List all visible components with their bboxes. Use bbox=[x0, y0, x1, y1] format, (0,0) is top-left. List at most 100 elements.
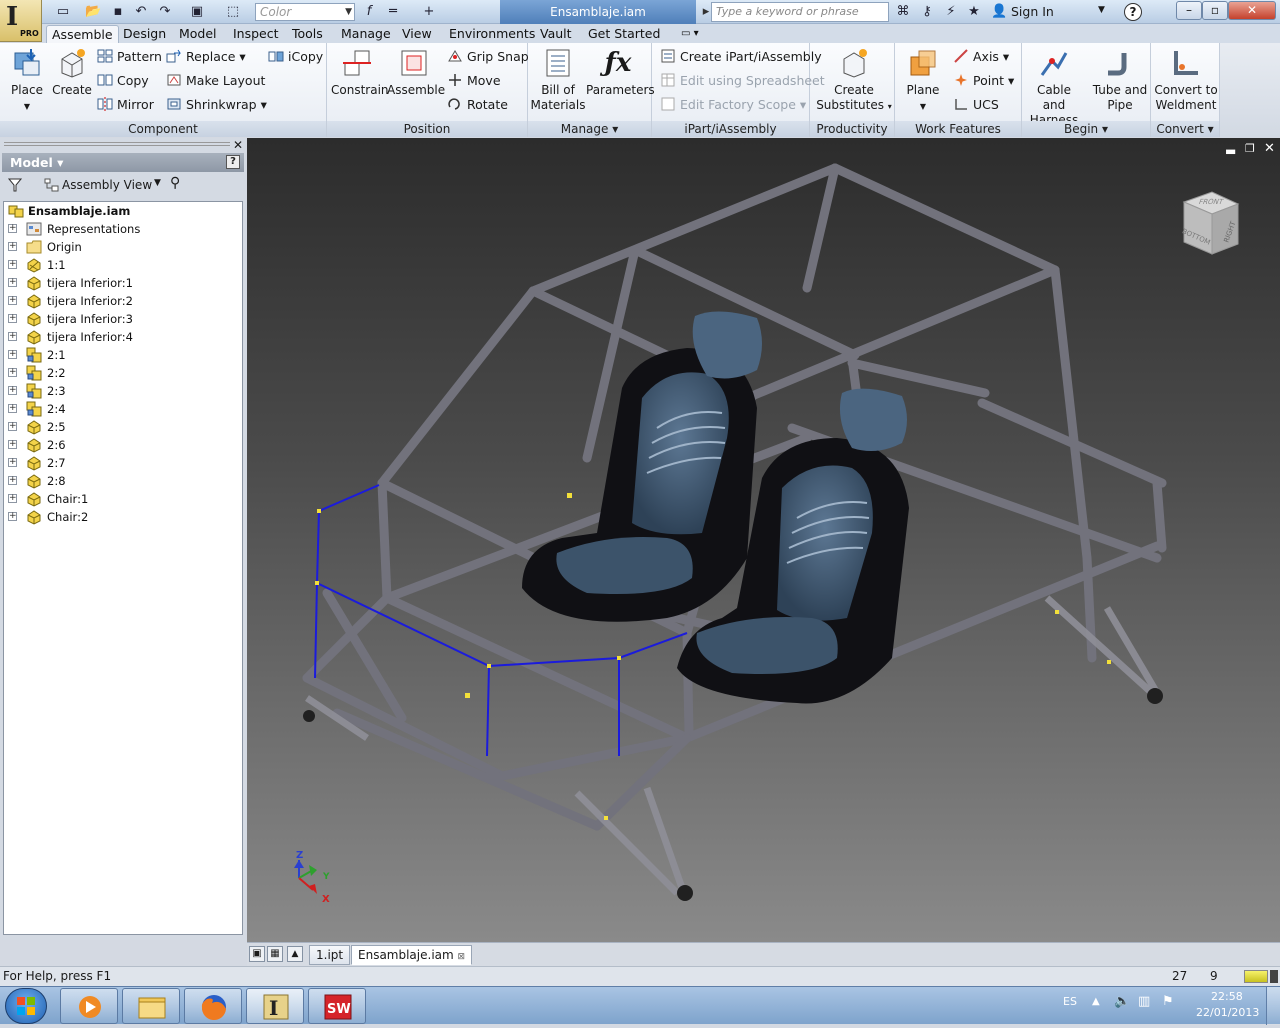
assembly-view-dropdown[interactable]: Assembly View bbox=[62, 178, 152, 192]
tab-vault[interactable]: Vault bbox=[535, 25, 577, 43]
expand-icon[interactable]: + bbox=[8, 386, 17, 395]
browser-help-icon[interactable]: ? bbox=[226, 155, 240, 169]
taskbar-inventor[interactable]: I bbox=[246, 988, 304, 1024]
edit-spreadsheet-button[interactable]: Edit using Spreadsheet bbox=[660, 72, 825, 90]
expand-icon[interactable]: + bbox=[8, 224, 17, 233]
maximize-button[interactable]: ▫ bbox=[1202, 1, 1228, 20]
graphics-viewport[interactable]: ▬ ❐ ✕ Z X Y FRONT BOTTOM RIGHT bbox=[247, 138, 1280, 942]
sign-in-link[interactable]: Sign In bbox=[1011, 4, 1054, 19]
undo-icon[interactable]: ↶ bbox=[132, 3, 150, 21]
doc-tab-1ipt[interactable]: 1.ipt bbox=[309, 945, 351, 965]
panel-title-manage[interactable]: Manage ▾ bbox=[528, 121, 651, 137]
expand-icon[interactable]: + bbox=[8, 494, 17, 503]
ucs-button[interactable]: UCS bbox=[953, 96, 999, 114]
rotate-button[interactable]: Rotate bbox=[447, 96, 508, 114]
save-icon[interactable]: ▪ bbox=[109, 3, 127, 21]
expand-icon[interactable]: + bbox=[8, 458, 17, 467]
filter-icon[interactable] bbox=[8, 178, 22, 192]
language-indicator[interactable]: ES bbox=[1063, 995, 1077, 1008]
tray-expand-icon[interactable]: ▲ bbox=[1092, 996, 1100, 1007]
shrinkwrap-button[interactable]: Shrinkwrap ▾ bbox=[166, 96, 267, 114]
panel-title-convert[interactable]: Convert ▾ bbox=[1151, 121, 1219, 137]
expand-icon[interactable]: + bbox=[8, 440, 17, 449]
tab-view[interactable]: View bbox=[397, 25, 437, 43]
measure-icon[interactable]: ═ bbox=[384, 3, 402, 21]
key-icon[interactable]: ⚷ bbox=[918, 3, 936, 21]
taskbar-explorer[interactable] bbox=[122, 988, 180, 1024]
browser-header[interactable]: Model ▾ ? bbox=[2, 153, 244, 172]
make-layout-button[interactable]: Make Layout bbox=[166, 72, 265, 90]
panel-title-begin[interactable]: Begin ▾ bbox=[1022, 121, 1150, 137]
expand-icon[interactable]: + bbox=[8, 260, 17, 269]
place-button[interactable]: Place ▼ bbox=[6, 47, 48, 114]
pattern-button[interactable]: Pattern bbox=[97, 48, 162, 66]
sign-in-dropdown-icon[interactable]: ▼ bbox=[1098, 5, 1105, 15]
edit-factory-scope-button[interactable]: Edit Factory Scope ▾ bbox=[660, 96, 806, 114]
bill-of-materials-button[interactable]: Bill of Materials bbox=[530, 47, 586, 113]
expand-icon[interactable]: + bbox=[8, 296, 17, 305]
crosshair-icon[interactable]: + bbox=[420, 3, 438, 21]
network-icon[interactable]: ▥ bbox=[1138, 994, 1150, 1009]
create-ipart-button[interactable]: Create iPart/iAssembly bbox=[660, 48, 822, 66]
minimize-button[interactable]: – bbox=[1176, 1, 1202, 20]
tab-get-started[interactable]: Get Started bbox=[583, 25, 665, 43]
parameters-button[interactable]: ƒx Parameters bbox=[586, 47, 655, 98]
clock-date[interactable]: 22/01/2013 bbox=[1196, 1006, 1259, 1019]
tube-pipe-button[interactable]: Tube and Pipe bbox=[1090, 47, 1150, 113]
fx-icon[interactable]: f bbox=[360, 3, 378, 21]
taskbar-solidworks[interactable]: SW bbox=[308, 988, 366, 1024]
expand-icon[interactable]: + bbox=[8, 512, 17, 521]
binoculars-icon[interactable]: ⌘ bbox=[894, 3, 912, 21]
browser-grip[interactable] bbox=[4, 142, 230, 146]
expand-icon[interactable]: + bbox=[8, 242, 17, 251]
taskbar-firefox[interactable] bbox=[184, 988, 242, 1024]
close-button[interactable]: ✕ bbox=[1228, 1, 1276, 20]
grip-snap-button[interactable]: Grip Snap bbox=[447, 48, 529, 66]
browser-close-icon[interactable]: ✕ bbox=[233, 138, 243, 152]
tab-design[interactable]: Design bbox=[118, 25, 171, 43]
search-input[interactable]: Type a keyword or phrase bbox=[711, 2, 889, 22]
doc-tab-ensamblaje[interactable]: Ensamblaje.iam ⊠ bbox=[351, 945, 473, 965]
constrain-button[interactable]: Constrain bbox=[331, 47, 389, 98]
help-icon[interactable]: ? bbox=[1124, 3, 1142, 21]
open-icon[interactable]: 📂 bbox=[84, 3, 102, 21]
point-button[interactable]: Point ▾ bbox=[953, 72, 1014, 90]
plane-button[interactable]: Plane ▼ bbox=[901, 47, 945, 114]
favorites-icon[interactable]: ★ bbox=[965, 3, 983, 21]
application-menu-button[interactable]: I PRO bbox=[0, 0, 42, 42]
view-dropdown-arrow-icon[interactable]: ▼ bbox=[154, 178, 161, 188]
expand-icon[interactable]: + bbox=[8, 368, 17, 377]
create-button[interactable]: Create bbox=[52, 47, 92, 98]
select-icon[interactable]: ⬚ bbox=[224, 3, 242, 21]
tab-manage[interactable]: Manage bbox=[336, 25, 396, 43]
document-list-icon[interactable]: ▲ bbox=[287, 946, 303, 962]
expand-icon[interactable]: + bbox=[8, 278, 17, 287]
tab-close-icon[interactable]: ⊠ bbox=[458, 952, 466, 962]
start-button[interactable] bbox=[5, 988, 47, 1024]
subscription-icon[interactable]: ⚡ bbox=[942, 3, 960, 21]
assemble-button[interactable]: Assemble bbox=[387, 47, 445, 98]
show-desktop-button[interactable] bbox=[1266, 987, 1280, 1025]
clock-time[interactable]: 22:58 bbox=[1211, 990, 1243, 1003]
tile-windows-icon[interactable]: ▦ bbox=[267, 946, 283, 962]
find-binoculars-icon[interactable]: ⚲ bbox=[170, 175, 180, 191]
expand-icon[interactable]: + bbox=[8, 350, 17, 359]
icopy-button[interactable]: iCopy bbox=[268, 48, 323, 66]
cascade-windows-icon[interactable]: ▣ bbox=[249, 946, 265, 962]
move-button[interactable]: Move bbox=[447, 72, 501, 90]
volume-icon[interactable]: 🔈 bbox=[1114, 994, 1130, 1009]
tab-tools[interactable]: Tools bbox=[287, 25, 328, 43]
action-center-icon[interactable]: ⚑ bbox=[1162, 994, 1174, 1009]
create-substitutes-button[interactable]: Create Substitutes ▾ bbox=[814, 47, 894, 114]
mirror-button[interactable]: Mirror bbox=[97, 96, 154, 114]
redo-icon[interactable]: ↷ bbox=[156, 3, 174, 21]
tab-assemble[interactable]: Assemble bbox=[46, 25, 119, 43]
expand-icon[interactable]: + bbox=[8, 404, 17, 413]
tab-inspect[interactable]: Inspect bbox=[228, 25, 284, 43]
color-dropdown[interactable]: Color ▼ bbox=[255, 3, 355, 21]
new-icon[interactable]: ▭ bbox=[54, 3, 72, 21]
tab-environments[interactable]: Environments bbox=[444, 25, 540, 43]
replace-button[interactable]: Replace ▾ bbox=[166, 48, 246, 66]
taskbar-media-player[interactable] bbox=[60, 988, 118, 1024]
axis-button[interactable]: Axis ▾ bbox=[953, 48, 1009, 66]
